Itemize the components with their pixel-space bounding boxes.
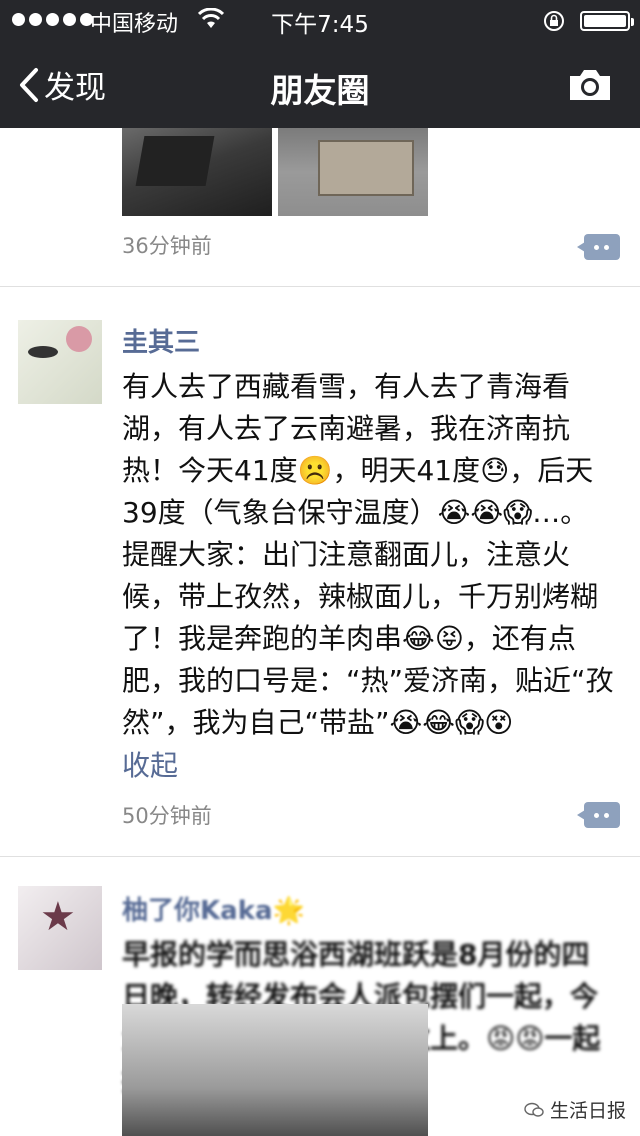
post-text: 有人去了西藏看雪，有人去了青海看湖，有人去了云南避暑，我在济南抗热！今天41度☹… — [122, 370, 614, 739]
comment-icon[interactable] — [577, 802, 620, 828]
post-timestamp: 36分钟前 — [122, 234, 212, 258]
watermark: 生活日报 — [524, 1096, 626, 1123]
wechat-icon — [524, 1102, 544, 1117]
comment-icon[interactable] — [577, 234, 620, 260]
post-photo[interactable] — [278, 128, 428, 216]
battery-icon — [580, 11, 634, 31]
avatar[interactable] — [18, 320, 102, 404]
camera-icon[interactable] — [566, 66, 614, 104]
post-timestamp: 50分钟前 — [122, 804, 212, 828]
post-divider — [0, 856, 640, 857]
nav-bar: 发现 朋友圈 — [0, 40, 640, 128]
watermark-label: 生活日报 — [550, 1100, 627, 1122]
avatar[interactable] — [18, 886, 102, 970]
post-username[interactable]: 圭其三 — [122, 322, 200, 359]
rotation-lock-icon — [544, 11, 564, 31]
status-bar: 中国移动 下午7:45 — [0, 0, 640, 40]
page-title: 朋友圈 — [270, 71, 370, 110]
post-photo[interactable] — [122, 128, 272, 216]
post-username[interactable]: 柚了你Kaka🌟 — [122, 890, 305, 927]
post-divider — [0, 286, 640, 287]
post-photo[interactable] — [122, 1004, 428, 1136]
collapse-link[interactable]: 收起 — [122, 744, 178, 784]
moments-feed[interactable]: 36分钟前 圭其三 有人去了西藏看雪，有人去了青海看湖，有人去了云南避暑，我在济… — [0, 128, 640, 1136]
top-bar: 中国移动 下午7:45 发现 朋友圈 — [0, 0, 640, 128]
